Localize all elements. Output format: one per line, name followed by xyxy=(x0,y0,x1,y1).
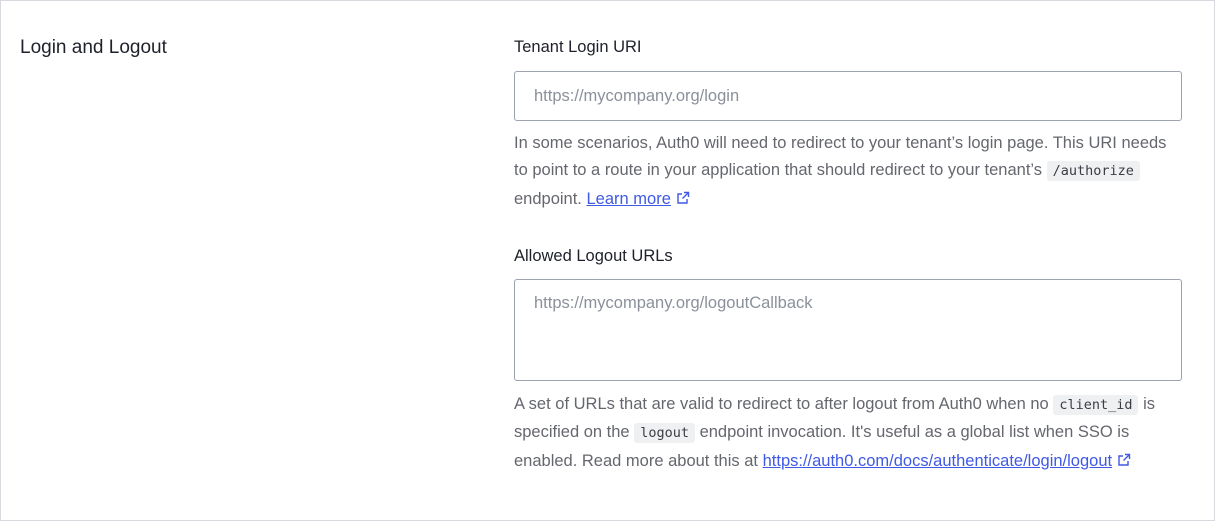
logout-code: logout xyxy=(634,423,695,444)
logout-docs-link[interactable]: https://auth0.com/docs/authenticate/logi… xyxy=(763,452,1131,470)
section-title: Login and Logout xyxy=(20,37,167,58)
help-text-part: endpoint. xyxy=(514,189,582,208)
allowed-logout-urls-help: A set of URLs that are valid to redirect… xyxy=(514,391,1182,475)
logout-docs-link-text: https://auth0.com/docs/authenticate/logi… xyxy=(762,451,1113,470)
login-logout-settings-panel: Login and Logout Tenant Login URI In som… xyxy=(0,0,1215,521)
learn-more-link-text: Learn more xyxy=(586,189,671,208)
help-text-part: A set of URLs that are valid to redirect… xyxy=(514,395,1049,413)
allowed-logout-urls-label: Allowed Logout URLs xyxy=(514,247,673,265)
learn-more-link[interactable]: Learn more xyxy=(587,190,690,208)
authorize-code: /authorize xyxy=(1046,161,1140,182)
tenant-login-uri-label: Tenant Login URI xyxy=(514,38,642,56)
tenant-login-uri-help: In some scenarios, Auth0 will need to re… xyxy=(514,130,1182,213)
tenant-login-uri-input[interactable] xyxy=(514,71,1182,121)
client-id-code: client_id xyxy=(1053,395,1139,415)
external-link-icon xyxy=(677,191,690,204)
allowed-logout-urls-textarea[interactable] xyxy=(514,279,1182,381)
external-link-icon xyxy=(1118,453,1131,466)
